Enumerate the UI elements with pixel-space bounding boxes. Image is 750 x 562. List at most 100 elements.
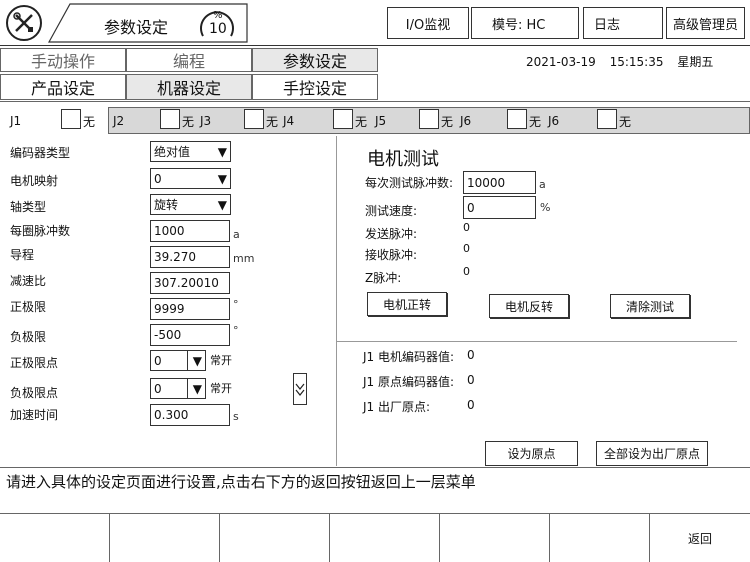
user-button[interactable]: 高级管理员	[666, 7, 745, 39]
function-key-4[interactable]	[330, 514, 440, 562]
joint-j2-label: J2	[113, 114, 125, 128]
joint-j4-value: 无	[355, 115, 368, 129]
neg-limit-point-label: 负极限点	[10, 386, 59, 400]
function-key-5[interactable]	[440, 514, 550, 562]
joint-j6b-checkbox[interactable]	[597, 109, 617, 129]
neg-limit-point-suffix: 常开	[210, 382, 232, 395]
neg-limit-label: 负极限	[10, 330, 47, 344]
tools-icon[interactable]	[6, 5, 42, 41]
chevron-down-icon: ▼	[217, 144, 227, 159]
neg-limit-point-divider	[187, 378, 188, 399]
io-monitor-button[interactable]: I/O监视	[387, 7, 469, 39]
chevron-down-icon: ▼	[217, 197, 227, 212]
tab-parameter-settings-label: 参数设定	[282, 52, 347, 71]
pulses-per-rev-label: 每圈脉冲数	[10, 224, 71, 238]
function-key-2[interactable]	[110, 514, 220, 562]
io-monitor-label: I/O监视	[405, 17, 451, 33]
joint-j3-label: J3	[200, 114, 212, 128]
joint-j4-checkbox[interactable]	[333, 109, 353, 129]
model-button[interactable]: 模号: HC	[471, 7, 579, 39]
test-pulses-value: 10000	[467, 175, 506, 190]
tab-product-settings[interactable]: 产品设定	[0, 74, 126, 100]
set-origin-label: 设为原点	[507, 447, 556, 461]
axis-type-value: 旋转	[154, 198, 179, 212]
axis-type-select[interactable]: 旋转 ▼	[150, 194, 231, 215]
pulses-per-rev-input[interactable]: 1000	[150, 220, 230, 242]
pos-limit-value: 9999	[154, 302, 185, 316]
set-origin-button[interactable]: 设为原点	[485, 441, 578, 466]
joint-j3-value: 无	[266, 115, 279, 129]
tab-parameter-settings[interactable]: 参数设定	[252, 48, 378, 72]
joint-j6-checkbox[interactable]	[507, 109, 527, 129]
joint-j3-checkbox[interactable]	[244, 109, 264, 129]
joint-j2-checkbox[interactable]	[160, 109, 180, 129]
test-speed-unit: %	[540, 201, 551, 214]
pos-limit-point-divider	[187, 350, 188, 371]
scroll-down-button[interactable]	[293, 373, 307, 405]
set-all-factory-origin-button[interactable]: 全部设为出厂原点	[596, 441, 708, 466]
hint-text: 请进入具体的设定页面进行设置,点击右下方的返回按钮返回上一层菜单	[6, 473, 476, 491]
origin-encoder-label: J1 原点编码器值:	[363, 375, 455, 389]
encoder-type-select[interactable]: 绝对值 ▼	[150, 141, 231, 162]
hint-bar: 请进入具体的设定页面进行设置,点击右下方的返回按钮返回上一层菜单	[0, 467, 750, 514]
motor-test-title: 电机测试	[367, 149, 439, 170]
function-key-3[interactable]	[220, 514, 330, 562]
sent-pulses-value: 0	[463, 221, 470, 234]
motor-forward-button[interactable]: 电机正转	[367, 292, 447, 316]
clear-test-button[interactable]: 清除测试	[610, 294, 690, 318]
lead-input[interactable]: 39.270	[150, 246, 230, 268]
function-key-6[interactable]	[550, 514, 650, 562]
accel-time-input[interactable]: 0.300	[150, 404, 230, 426]
parameter-panel: 编码器类型 绝对值 ▼ 电机映射 0 ▼ 轴类型 旋转 ▼ 每圈脉冲数 1000…	[0, 136, 335, 466]
reduction-input[interactable]: 307.20010	[150, 272, 230, 294]
motor-reverse-label: 电机反转	[504, 299, 553, 314]
pos-limit-unit: °	[233, 298, 239, 311]
z-pulse-label: Z脉冲:	[365, 271, 402, 285]
axis-type-label: 轴类型	[10, 200, 47, 214]
encoder-type-label: 编码器类型	[10, 146, 71, 160]
test-speed-value: 0	[467, 200, 475, 215]
neg-limit-point-select[interactable]: 0 ▼	[150, 378, 206, 399]
tab-product-settings-label: 产品设定	[30, 79, 95, 98]
weekday-text: 星期五	[677, 55, 714, 69]
motor-map-label: 电机映射	[10, 174, 59, 188]
joint-j6b-value: 无	[619, 115, 632, 129]
neg-limit-point-value: 0	[154, 381, 162, 396]
test-pulses-label: 每次测试脉冲数:	[365, 176, 454, 190]
received-pulses-value: 0	[463, 242, 470, 255]
origin-encoder-value: 0	[467, 373, 475, 387]
joint-j1-checkbox[interactable]	[61, 109, 81, 129]
sub-tabs-divider	[0, 101, 750, 102]
back-button[interactable]: 返回	[650, 514, 750, 562]
joint-j1-label: J1	[10, 114, 22, 128]
sent-pulses-label: 发送脉冲:	[365, 227, 418, 241]
accel-time-label: 加速时间	[10, 408, 59, 422]
motor-encoder-label: J1 电机编码器值:	[363, 350, 455, 364]
tab-manual-operation[interactable]: 手动操作	[0, 48, 126, 72]
speed-gauge[interactable]: % 10	[197, 8, 237, 40]
joint-j6b-label: J6	[548, 114, 560, 128]
tab-manual-operation-label: 手动操作	[30, 52, 95, 71]
tab-manual-control-settings[interactable]: 手控设定	[252, 74, 378, 100]
tab-machine-settings[interactable]: 机器设定	[126, 74, 252, 100]
function-key-1[interactable]	[0, 514, 110, 562]
neg-limit-input[interactable]: -500	[150, 324, 230, 346]
neg-limit-unit: °	[233, 324, 239, 337]
date-text: 2021-03-19	[526, 55, 596, 69]
accel-time-unit: s	[233, 410, 239, 423]
time-text: 15:15:35	[609, 55, 664, 69]
factory-origin-value: 0	[467, 398, 475, 412]
motor-reverse-button[interactable]: 电机反转	[489, 294, 569, 318]
pos-limit-point-select[interactable]: 0 ▼	[150, 350, 206, 371]
test-speed-input[interactable]: 0	[463, 196, 536, 219]
joint-j5-checkbox[interactable]	[419, 109, 439, 129]
log-button[interactable]: 日志	[583, 7, 663, 39]
test-pulses-input[interactable]: 10000	[463, 171, 536, 194]
motor-map-select[interactable]: 0 ▼	[150, 168, 231, 189]
pos-limit-point-label: 正极限点	[10, 356, 59, 370]
tab-programming[interactable]: 编程	[126, 48, 252, 72]
accel-time-value: 0.300	[154, 408, 189, 422]
clear-test-label: 清除测试	[625, 299, 674, 314]
pos-limit-input[interactable]: 9999	[150, 298, 230, 320]
motor-map-value: 0	[154, 171, 162, 186]
